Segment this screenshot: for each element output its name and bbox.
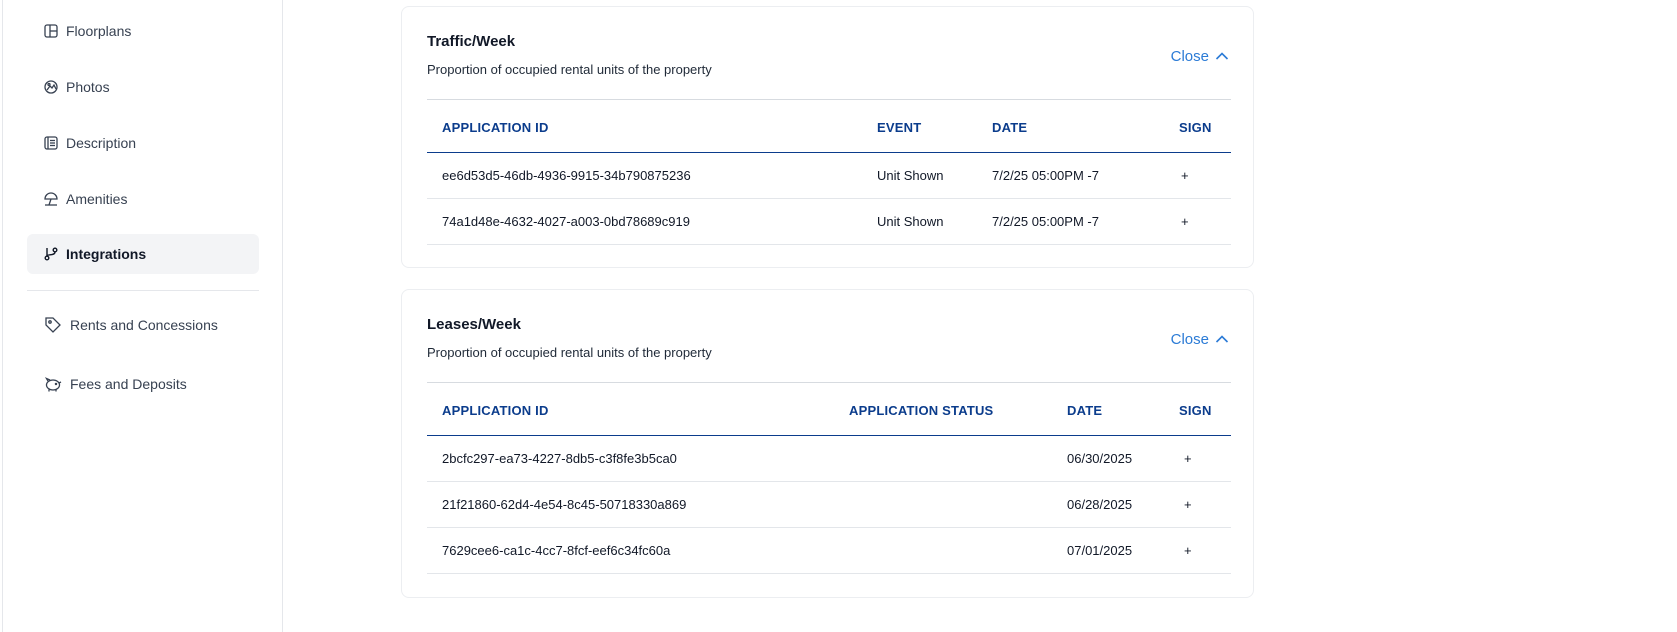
event: Unit Shown — [877, 214, 944, 229]
card-title: Traffic/Week — [427, 33, 516, 50]
table-header: APPLICATION ID EVENT DATE SIGN — [427, 100, 1231, 153]
sidebar-item-integrations[interactable]: Integrations — [27, 234, 259, 274]
date: 7/2/25 05:00PM -7 — [992, 168, 1099, 183]
chevron-up-icon — [1209, 48, 1229, 65]
tag-icon — [43, 315, 63, 335]
sidebar-item-label: Description — [66, 135, 137, 151]
date: 7/2/25 05:00PM -7 — [992, 214, 1099, 229]
sidebar-item-photos[interactable]: Photos — [27, 67, 259, 107]
sidebar-item-label: Amenities — [66, 191, 128, 207]
date: 06/30/2025 — [1067, 451, 1133, 466]
column-header-sign[interactable]: SIGN — [1179, 403, 1212, 418]
date: 06/28/2025 — [1067, 497, 1133, 512]
leases-table: APPLICATION ID APPLICATION STATUS DATE S… — [427, 383, 1231, 574]
sidebar-item-label: Integrations — [66, 246, 147, 262]
table-header: APPLICATION ID APPLICATION STATUS DATE S… — [427, 383, 1231, 436]
sign-button[interactable]: + — [1184, 451, 1192, 466]
event: Unit Shown — [877, 168, 944, 183]
table-row: 2bcfc297-ea73-4227-8db5-c3f8fe3b5ca0 06/… — [427, 436, 1231, 482]
sidebar-item-label: Fees and Deposits — [70, 376, 187, 392]
column-header-event[interactable]: EVENT — [877, 120, 921, 135]
sidebar-item-description[interactable]: Description — [27, 123, 259, 163]
close-label: Close — [1170, 331, 1209, 348]
sidebar-item-amenities[interactable]: Amenities — [27, 179, 259, 219]
integrations-icon — [43, 246, 59, 262]
chevron-up-icon — [1209, 331, 1229, 348]
card-title: Leases/Week — [427, 316, 521, 333]
left-edge-divider — [2, 0, 3, 632]
column-header-application-status[interactable]: APPLICATION STATUS — [849, 403, 993, 418]
sidebar-item-label: Rents and Concessions — [70, 317, 218, 333]
description-icon — [43, 135, 59, 151]
table-row: 74a1d48e-4632-4027-a003-0bd78689c919 Uni… — [427, 199, 1231, 245]
date: 07/01/2025 — [1067, 543, 1133, 558]
sign-button[interactable]: + — [1181, 214, 1189, 229]
traffic-week-card: Traffic/Week Proportion of occupied rent… — [401, 6, 1254, 268]
sidebar-divider — [27, 290, 259, 291]
column-header-sign[interactable]: SIGN — [1179, 120, 1212, 135]
sidebar-item-floorplans[interactable]: Floorplans — [27, 11, 259, 51]
sign-button[interactable]: + — [1181, 168, 1189, 183]
card-subtitle: Proportion of occupied rental units of t… — [427, 62, 712, 77]
application-id: 7629cee6-ca1c-4cc7-8fcf-eef6c34fc60a — [442, 543, 671, 558]
sign-button[interactable]: + — [1184, 543, 1192, 558]
table-row: 7629cee6-ca1c-4cc7-8fcf-eef6c34fc60a 07/… — [427, 528, 1231, 574]
close-label: Close — [1170, 48, 1209, 65]
piggy-bank-icon — [43, 374, 63, 394]
sidebar-item-rents-and-concessions[interactable]: Rents and Concessions — [27, 305, 259, 345]
sign-button[interactable]: + — [1184, 497, 1192, 512]
column-header-date[interactable]: DATE — [992, 120, 1027, 135]
application-id: 21f21860-62d4-4e54-8c45-50718330a869 — [442, 497, 687, 512]
sidebar-item-fees-and-deposits[interactable]: Fees and Deposits — [27, 364, 259, 404]
sidebar-item-label: Floorplans — [66, 23, 132, 39]
traffic-table: APPLICATION ID EVENT DATE SIGN ee6d53d5-… — [427, 100, 1231, 245]
photo-icon — [43, 79, 59, 95]
application-id: 2bcfc297-ea73-4227-8db5-c3f8fe3b5ca0 — [442, 451, 677, 466]
sidebar-item-label: Photos — [66, 79, 110, 95]
leases-week-card: Leases/Week Proportion of occupied renta… — [401, 289, 1254, 598]
floorplan-icon — [43, 23, 59, 39]
application-id: 74a1d48e-4632-4027-a003-0bd78689c919 — [442, 214, 690, 229]
column-header-date[interactable]: DATE — [1067, 403, 1102, 418]
table-row: ee6d53d5-46db-4936-9915-34b790875236 Uni… — [427, 153, 1231, 199]
close-button[interactable]: Close — [1171, 331, 1229, 348]
application-id: ee6d53d5-46db-4936-9915-34b790875236 — [442, 168, 691, 183]
table-row: 21f21860-62d4-4e54-8c45-50718330a869 06/… — [427, 482, 1231, 528]
amenities-icon — [43, 191, 59, 207]
column-header-application-id[interactable]: APPLICATION ID — [442, 120, 549, 135]
close-button[interactable]: Close — [1171, 48, 1229, 65]
card-subtitle: Proportion of occupied rental units of t… — [427, 345, 712, 360]
sidebar: Floorplans Photos Description Amenities … — [0, 0, 283, 632]
column-header-application-id[interactable]: APPLICATION ID — [442, 403, 549, 418]
